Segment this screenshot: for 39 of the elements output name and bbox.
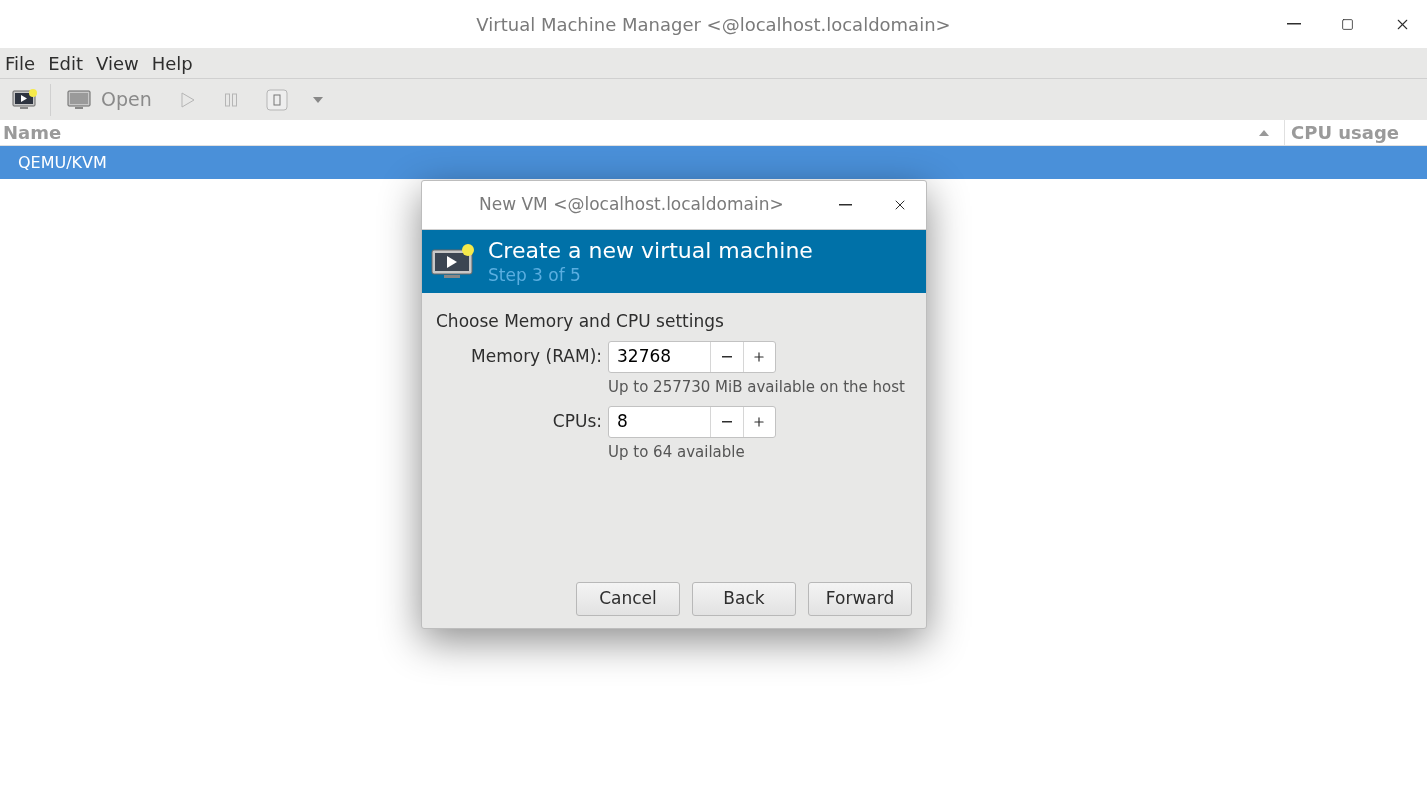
power-switch-icon [265,88,288,111]
spin-input[interactable]: 8 [609,407,710,437]
hint-text: Up to 257730 MiB available on the host [608,376,906,398]
dialog-button[interactable]: Cancel [576,582,680,616]
minimize-button[interactable] [839,204,852,206]
menu-item[interactable]: View [91,49,144,77]
play-icon [179,90,196,109]
dialog-button[interactable]: Forward [808,582,912,616]
column-title: Name [3,121,62,145]
monitor-icon [67,87,93,112]
hint-text: Up to 64 available [608,442,746,463]
sort-arrow-icon [1259,129,1269,136]
menu-item[interactable]: File [0,49,41,77]
banner-title: Create a new virtual machine [488,237,813,265]
minimize-icon [839,204,852,206]
pause-icon [223,91,238,108]
step-indicator: Step 3 of 5 [488,264,582,286]
window-title: Virtual Machine Manager <@localhost.localdomain> [476,12,951,37]
minus-icon [721,421,732,423]
field-label: CPUs: [551,410,602,434]
section-heading: Choose Memory and CPU settings [436,310,725,333]
maximize-button[interactable] [1341,17,1354,31]
column-title: CPU usage [1291,121,1400,145]
spin-field[interactable]: 8 [608,406,776,438]
minimize-button[interactable] [1287,23,1301,25]
menu-item[interactable]: Help [146,49,198,77]
dialog-button[interactable]: Back [692,582,796,616]
minus-icon [721,355,732,358]
dialog-title: New VM <@localhost.localdomain> [479,193,784,217]
menu-item[interactable]: Edit [43,49,88,77]
minimize-icon [1287,23,1301,25]
caret-icon [311,95,324,104]
monitor-star-icon [12,87,38,112]
plus-icon [752,349,767,364]
field-label: Memory (RAM): [470,344,602,368]
spin-input[interactable]: 32768 [609,341,710,372]
plus-icon [752,415,767,429]
spin-field[interactable]: 32768 [608,340,776,373]
maximize-icon [1341,17,1354,31]
